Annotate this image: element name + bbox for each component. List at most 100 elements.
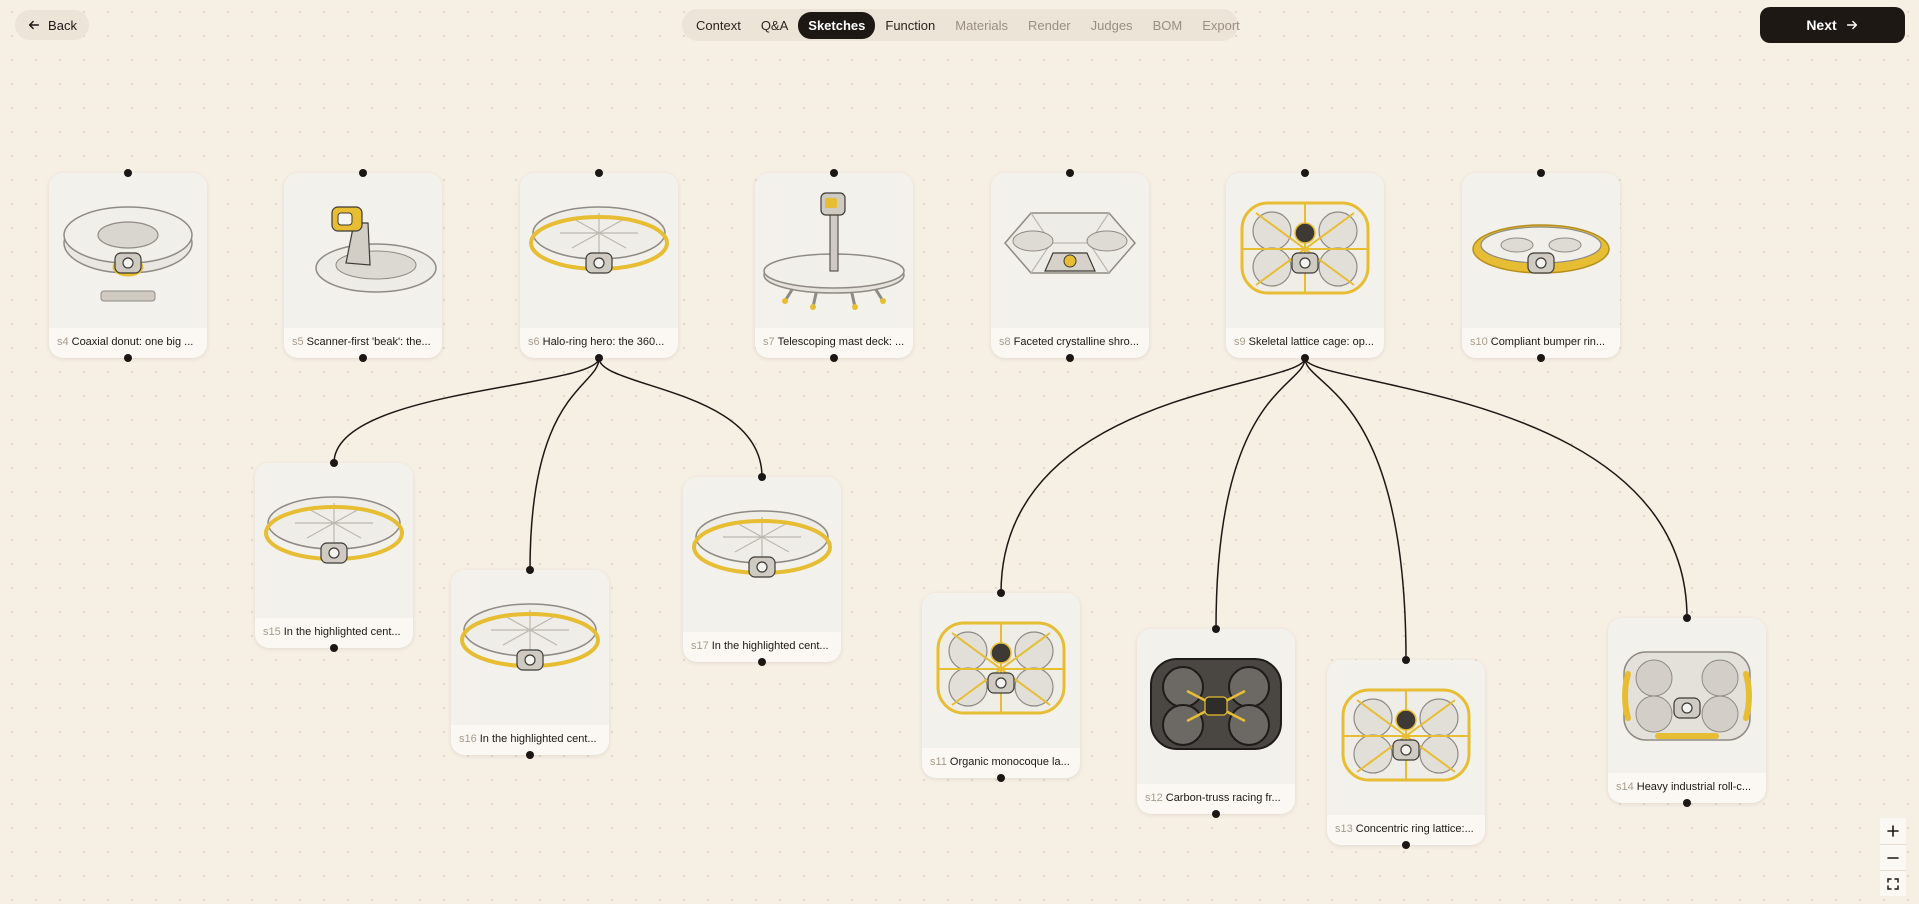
- drone-sketch: [1622, 651, 1752, 741]
- port-bottom[interactable]: [1683, 799, 1691, 807]
- sketch-label: Concentric ring lattice:...: [1355, 823, 1474, 835]
- drone-sketch: [692, 510, 832, 578]
- sketch-caption: s16 In the highlighted cent...: [459, 731, 603, 747]
- port-top[interactable]: [758, 473, 766, 481]
- port-top[interactable]: [1402, 656, 1410, 664]
- arrow-left-icon: [28, 20, 40, 30]
- sketch-node-s6[interactable]: s6 Halo-ring hero: the 360...: [520, 173, 678, 358]
- sketch-thumbnail: [284, 173, 442, 328]
- port-bottom[interactable]: [1301, 354, 1309, 362]
- zoom-out-button[interactable]: [1880, 844, 1906, 870]
- port-top[interactable]: [1212, 625, 1220, 633]
- sketch-node-s11[interactable]: s11 Organic monocoque la...: [922, 593, 1080, 778]
- port-bottom[interactable]: [330, 644, 338, 652]
- port-bottom[interactable]: [1212, 810, 1220, 818]
- drone-sketch: [1150, 658, 1282, 750]
- port-top[interactable]: [330, 459, 338, 467]
- port-bottom[interactable]: [1537, 354, 1545, 362]
- port-top[interactable]: [124, 169, 132, 177]
- port-top[interactable]: [595, 169, 603, 177]
- sketch-thumbnail: [1137, 629, 1295, 784]
- sketch-node-s15[interactable]: s15 In the highlighted cent...: [255, 463, 413, 648]
- port-top[interactable]: [830, 169, 838, 177]
- drone-sketch: [1004, 212, 1136, 274]
- tab-qa[interactable]: Q&A: [751, 12, 798, 39]
- sketch-thumbnail: [1608, 618, 1766, 773]
- port-bottom[interactable]: [124, 354, 132, 362]
- edge-s9-s12: [1215, 357, 1306, 630]
- sketch-node-s12[interactable]: s12 Carbon-truss racing fr...: [1137, 629, 1295, 814]
- port-bottom[interactable]: [1402, 841, 1410, 849]
- tab-bom[interactable]: BOM: [1143, 12, 1193, 39]
- tab-render[interactable]: Render: [1018, 12, 1081, 39]
- sketch-caption: s13 Concentric ring lattice:...: [1335, 821, 1479, 837]
- sketch-node-s17[interactable]: s17 In the highlighted cent...: [683, 477, 841, 662]
- sketch-node-s14[interactable]: s14 Heavy industrial roll-c...: [1608, 618, 1766, 803]
- port-bottom[interactable]: [1066, 354, 1074, 362]
- tab-context[interactable]: Context: [686, 12, 751, 39]
- sketch-caption: s6 Halo-ring hero: the 360...: [528, 334, 672, 350]
- port-bottom[interactable]: [997, 774, 1005, 782]
- drone-sketch: [1341, 688, 1471, 782]
- sketch-node-s13[interactable]: s13 Concentric ring lattice:...: [1327, 660, 1485, 845]
- top-bar: Back Context Q&A Sketches Function Mater…: [0, 0, 1919, 52]
- edge-s9-s13: [1304, 357, 1407, 661]
- port-top[interactable]: [997, 589, 1005, 597]
- sketch-thumbnail: [755, 173, 913, 328]
- port-bottom[interactable]: [359, 354, 367, 362]
- sketch-caption: s14 Heavy industrial roll-c...: [1616, 779, 1760, 795]
- sketch-node-s5[interactable]: s5 Scanner-first 'beak': the...: [284, 173, 442, 358]
- port-bottom[interactable]: [830, 354, 838, 362]
- sketch-node-s10[interactable]: s10 Compliant bumper rin...: [1462, 173, 1620, 358]
- tab-judges[interactable]: Judges: [1081, 12, 1143, 39]
- drone-sketch: [1472, 224, 1610, 274]
- minus-icon: [1887, 856, 1899, 859]
- sketch-caption: s11 Organic monocoque la...: [930, 754, 1074, 770]
- port-top[interactable]: [1301, 169, 1309, 177]
- sketch-node-s16[interactable]: s16 In the highlighted cent...: [451, 570, 609, 755]
- sketch-caption: s4 Coaxial donut: one big ...: [57, 334, 201, 350]
- plus-icon: [1887, 825, 1899, 837]
- port-top[interactable]: [1066, 169, 1074, 177]
- next-button[interactable]: Next: [1760, 7, 1905, 43]
- sketch-caption: s10 Compliant bumper rin...: [1470, 334, 1614, 350]
- sketch-thumbnail: [520, 173, 678, 328]
- sketch-label: Coaxial donut: one big ...: [71, 336, 194, 348]
- sketch-thumbnail: [49, 173, 207, 328]
- fit-view-button[interactable]: [1880, 870, 1906, 896]
- sketch-id: s14: [1616, 781, 1634, 793]
- port-top[interactable]: [1537, 169, 1545, 177]
- sketch-node-s9[interactable]: s9 Skeletal lattice cage: op...: [1226, 173, 1384, 358]
- tab-function[interactable]: Function: [875, 12, 945, 39]
- back-button[interactable]: Back: [15, 10, 89, 40]
- drone-sketch: [63, 206, 193, 302]
- sketch-label: Telescoping mast deck: ...: [777, 336, 905, 348]
- sketch-label: Heavy industrial roll-c...: [1636, 781, 1752, 793]
- sketch-thumbnail: [683, 477, 841, 632]
- tab-sketches[interactable]: Sketches: [798, 11, 876, 39]
- sketch-id: s9: [1234, 336, 1246, 348]
- tab-materials[interactable]: Materials: [945, 12, 1018, 39]
- sketch-label: Scanner-first 'beak': the...: [306, 336, 431, 348]
- sketch-thumbnail: [922, 593, 1080, 748]
- port-top[interactable]: [1683, 614, 1691, 622]
- sketch-label: Faceted crystalline shro...: [1013, 336, 1139, 348]
- drone-sketch: [264, 496, 404, 564]
- sketch-label: In the highlighted cent...: [711, 640, 829, 652]
- sketch-id: s11: [930, 756, 947, 768]
- sketch-node-s4[interactable]: s4 Coaxial donut: one big ...: [49, 173, 207, 358]
- zoom-in-button[interactable]: [1880, 818, 1906, 844]
- port-bottom[interactable]: [526, 751, 534, 759]
- sketch-node-s8[interactable]: s8 Faceted crystalline shro...: [991, 173, 1149, 358]
- sketch-id: s4: [57, 336, 69, 348]
- port-top[interactable]: [526, 566, 534, 574]
- port-bottom[interactable]: [758, 658, 766, 666]
- port-top[interactable]: [359, 169, 367, 177]
- port-bottom[interactable]: [595, 354, 603, 362]
- fullscreen-icon: [1887, 877, 1899, 890]
- step-tabs: Context Q&A Sketches Function Materials …: [682, 9, 1240, 41]
- tab-export[interactable]: Export: [1192, 12, 1250, 39]
- sketch-label: Skeletal lattice cage: op...: [1248, 336, 1374, 348]
- sketch-node-s7[interactable]: s7 Telescoping mast deck: ...: [755, 173, 913, 358]
- edge-s9-s14: [1304, 357, 1688, 619]
